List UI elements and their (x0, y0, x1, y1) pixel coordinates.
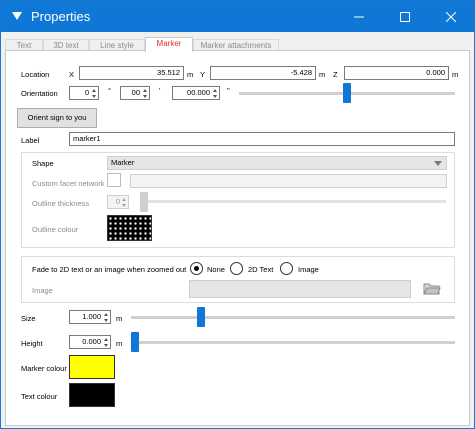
second-symbol: " (227, 86, 230, 95)
shape-label: Shape (32, 159, 54, 168)
minute-symbol: ' (159, 86, 161, 95)
image-field[interactable] (189, 280, 411, 298)
height-label: Height (21, 339, 43, 348)
orientation-minutes-value: 00 (131, 88, 140, 97)
outline-thickness-slider-track[interactable] (140, 200, 446, 203)
properties-window: Properties Text 3D text Line style Marke… (0, 0, 475, 429)
spin-arrows-icon[interactable] (104, 337, 109, 347)
text-colour-label: Text colour (21, 392, 58, 401)
size-unit: m (116, 314, 123, 323)
close-button[interactable] (428, 1, 474, 32)
fade-none-radio[interactable] (190, 262, 203, 275)
orientation-slider-thumb[interactable] (343, 83, 351, 103)
marker-panel: Location X 35.512 m Y -5.428 m Z 0.000 m… (5, 50, 470, 426)
outline-colour-label: Outline colour (32, 225, 79, 234)
custom-facet-checkbox[interactable] (107, 173, 121, 187)
spin-arrows-icon[interactable] (143, 88, 148, 98)
outline-thickness-label: Outline thickness (32, 199, 90, 208)
close-icon (446, 11, 456, 22)
orientation-degrees-value: 0 (84, 88, 89, 97)
height-input[interactable]: 0.000 (69, 335, 111, 349)
label-label: Label (21, 136, 40, 145)
window-title: Properties (31, 9, 91, 24)
orientation-degrees-input[interactable]: 0 (69, 86, 99, 100)
maximize-button[interactable] (382, 1, 428, 32)
height-slider-thumb[interactable] (131, 332, 139, 352)
chevron-down-icon (434, 161, 442, 166)
z-label: Z (333, 70, 338, 79)
outline-thickness-input[interactable]: 0 (107, 195, 129, 209)
outline-thickness-value: 0 (115, 197, 120, 206)
fade-2d-text-radio[interactable] (230, 262, 243, 275)
minimize-button[interactable] (336, 1, 382, 32)
orientation-label: Orientation (21, 89, 58, 98)
spin-arrows-icon[interactable] (213, 88, 218, 98)
orientation-seconds-value: 00.000 (187, 88, 210, 97)
text-colour-swatch[interactable] (69, 383, 115, 407)
x-unit: m (187, 70, 194, 79)
fade-image-radio[interactable] (280, 262, 293, 275)
y-input[interactable]: -5.428 (210, 66, 316, 80)
degree-symbol: ° (108, 86, 111, 95)
spin-arrows-icon[interactable] (92, 88, 97, 98)
x-input[interactable]: 35.512 (79, 66, 184, 80)
fade-2d-text-label: 2D Text (248, 265, 274, 274)
custom-facet-input[interactable] (130, 174, 447, 188)
outline-colour-swatch[interactable] (107, 215, 152, 241)
fade-label: Fade to 2D text or an image when zoomed … (32, 265, 187, 274)
orientation-seconds-input[interactable]: 00.000 (172, 86, 220, 100)
outline-thickness-slider-thumb[interactable] (140, 192, 148, 212)
height-unit: m (116, 339, 123, 348)
orientation-minutes-input[interactable]: 00 (120, 86, 150, 100)
y-label: Y (200, 70, 206, 79)
spin-arrows-icon[interactable] (122, 197, 127, 207)
label-input[interactable]: marker1 (69, 132, 455, 146)
minimize-icon (354, 16, 364, 17)
height-slider-track[interactable] (131, 341, 455, 344)
size-slider-track[interactable] (131, 316, 455, 319)
shape-dropdown-value: Marker (111, 158, 135, 167)
maximize-icon (400, 11, 410, 22)
height-value: 0.000 (82, 337, 101, 346)
image-label: Image (32, 286, 53, 295)
folder-icon[interactable] (423, 281, 441, 296)
shape-group: Shape Marker Custom facet network Outlin… (21, 152, 455, 248)
x-label: X (69, 70, 75, 79)
title-bar[interactable]: Properties (1, 1, 474, 32)
custom-facet-label: Custom facet network (32, 179, 105, 188)
spin-arrows-icon[interactable] (104, 312, 109, 322)
marker-colour-label: Marker colour (21, 364, 67, 373)
marker-colour-swatch[interactable] (69, 355, 115, 379)
shape-dropdown[interactable]: Marker (107, 156, 447, 170)
size-value: 1.000 (82, 312, 101, 321)
orient-sign-button[interactable]: Orient sign to you (17, 108, 97, 128)
z-unit: m (452, 70, 459, 79)
size-slider-thumb[interactable] (197, 307, 205, 327)
y-unit: m (319, 70, 326, 79)
size-label: Size (21, 314, 36, 323)
tab-marker[interactable]: Marker (145, 37, 193, 52)
properties-icon (12, 12, 22, 20)
fade-image-label: Image (298, 265, 319, 274)
fade-none-label: None (207, 265, 225, 274)
z-input[interactable]: 0.000 (344, 66, 449, 80)
size-input[interactable]: 1.000 (69, 310, 111, 324)
location-label: Location (21, 70, 50, 79)
fade-group: Fade to 2D text or an image when zoomed … (21, 256, 455, 303)
